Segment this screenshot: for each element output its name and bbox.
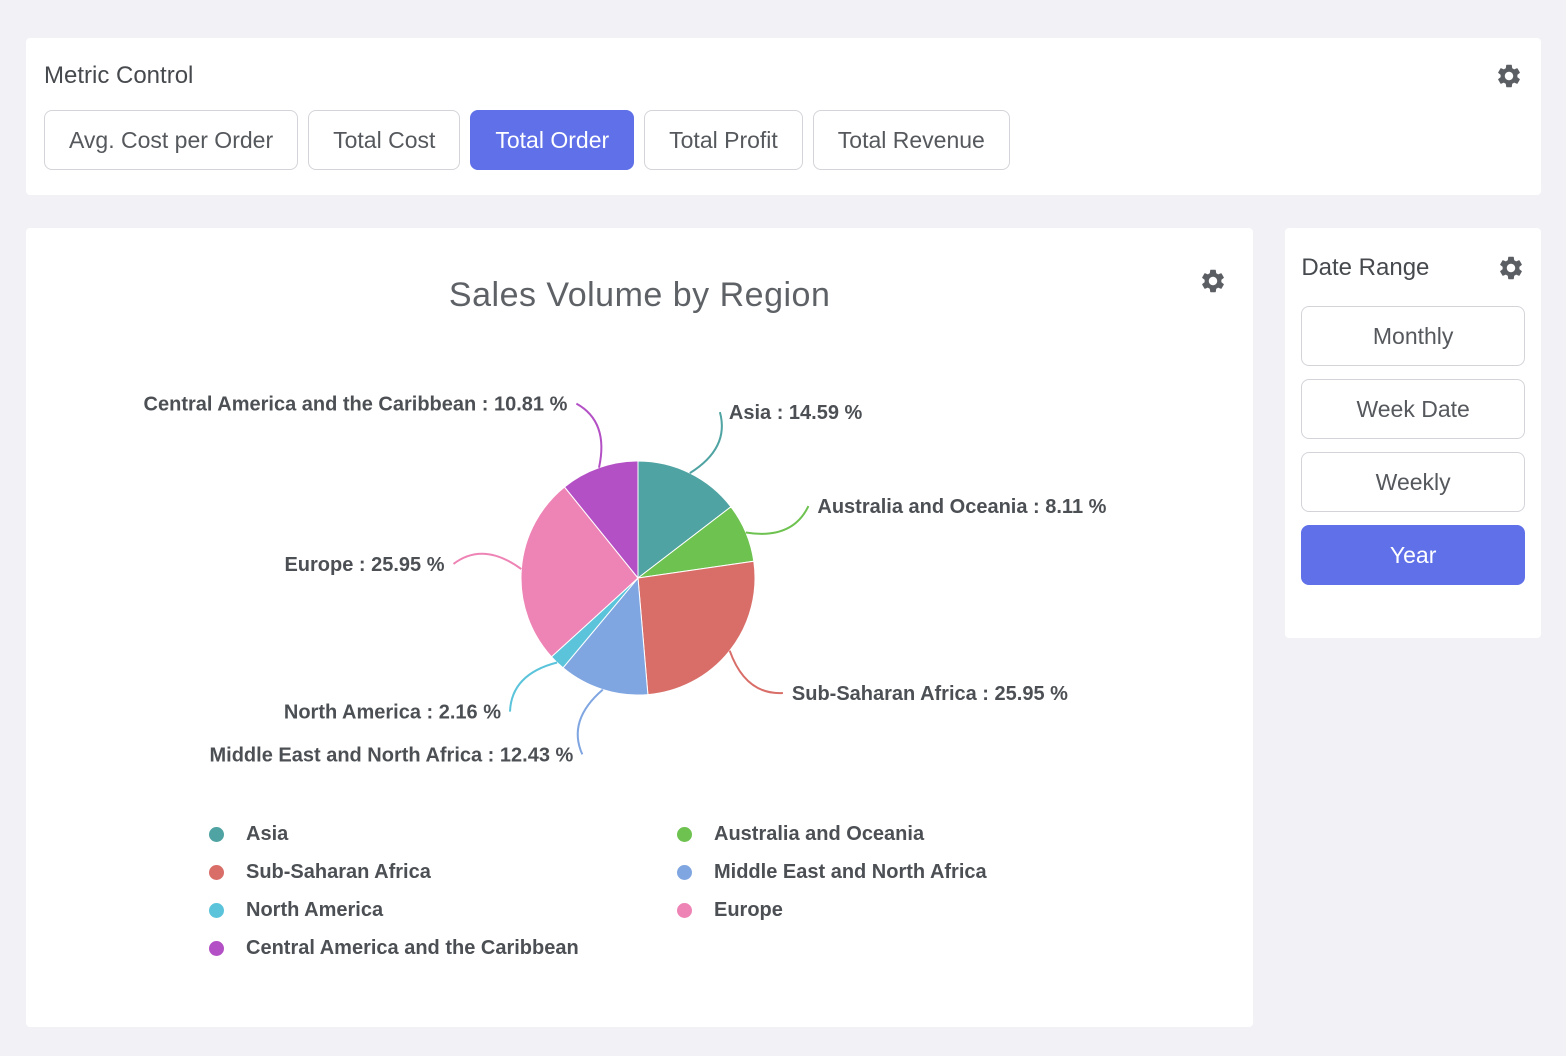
legend-label-central-america-and-the-caribbean: Central America and the Caribbean <box>246 937 579 960</box>
dashboard-page: Metric Control Avg. Cost per OrderTotal … <box>0 0 1566 1056</box>
legend-item-middle-east-and-north-africa[interactable]: Middle East and North Africa <box>677 860 987 884</box>
legend-dot-north-america <box>209 903 224 918</box>
legend-dot-middle-east-and-north-africa <box>677 865 692 880</box>
label-line-australia-and-oceania <box>746 506 809 534</box>
slice-label-central-america-and-the-caribbean: Central America and the Caribbean : 10.8… <box>144 394 568 416</box>
date-range-header: Date Range <box>1301 254 1525 282</box>
date-range-button-weekly[interactable]: Weekly <box>1301 452 1525 512</box>
metric-button-total-order[interactable]: Total Order <box>470 110 634 170</box>
metric-button-avg-cost-per-order[interactable]: Avg. Cost per Order <box>44 110 298 170</box>
date-range-settings-gear-icon[interactable] <box>1497 254 1525 282</box>
metric-control-panel: Metric Control Avg. Cost per OrderTotal … <box>26 38 1541 195</box>
pie-slice-sub-saharan-africa[interactable] <box>638 561 755 694</box>
label-line-europe <box>454 554 522 569</box>
slice-label-europe: Europe : 25.95 % <box>284 554 444 576</box>
label-line-sub-saharan-africa <box>730 651 783 693</box>
legend-label-europe: Europe <box>714 899 783 922</box>
date-range-button-year[interactable]: Year <box>1301 525 1525 585</box>
date-range-panel: Date Range Monthly Week Date Weekly Year <box>1285 228 1541 638</box>
label-line-middle-east-and-north-africa <box>578 690 603 755</box>
legend-label-australia-and-oceania: Australia and Oceania <box>714 823 924 846</box>
legend-dot-australia-and-oceania <box>677 827 692 842</box>
date-range-button-monthly[interactable]: Monthly <box>1301 306 1525 366</box>
chart-title: Sales Volume by Region <box>26 228 1253 315</box>
legend-item-asia[interactable]: Asia <box>209 822 677 846</box>
date-range-button-group: Monthly Week Date Weekly Year <box>1301 306 1525 585</box>
metric-button-total-profit[interactable]: Total Profit <box>644 110 803 170</box>
metric-control-title: Metric Control <box>44 62 193 90</box>
sales-volume-chart-panel: Sales Volume by Region Asia : 14.59 % Aus… <box>26 228 1253 1027</box>
metric-settings-gear-icon[interactable] <box>1495 62 1523 90</box>
date-range-title: Date Range <box>1301 254 1429 282</box>
slice-label-middle-east-and-north-africa: Middle East and North Africa : 12.43 % <box>210 744 574 766</box>
legend-item-central-america-and-the-caribbean[interactable]: Central America and the Caribbean <box>209 936 677 960</box>
slice-label-asia: Asia : 14.59 % <box>729 402 863 424</box>
slice-label-north-america: North America : 2.16 % <box>284 702 501 724</box>
main-content-row: Sales Volume by Region Asia : 14.59 % Aus… <box>26 228 1541 1027</box>
metric-button-group: Avg. Cost per OrderTotal CostTotal Order… <box>44 110 1523 170</box>
legend-label-middle-east-and-north-africa: Middle East and North Africa <box>714 861 987 884</box>
legend-label-sub-saharan-africa: Sub-Saharan Africa <box>246 861 431 884</box>
legend-dot-asia <box>209 827 224 842</box>
legend-dot-central-america-and-the-caribbean <box>209 941 224 956</box>
metric-button-total-revenue[interactable]: Total Revenue <box>813 110 1010 170</box>
legend-label-asia: Asia <box>246 823 288 846</box>
slice-label-sub-saharan-africa: Sub-Saharan Africa : 25.95 % <box>792 683 1068 705</box>
metric-button-total-cost[interactable]: Total Cost <box>308 110 460 170</box>
legend-item-north-america[interactable]: North America <box>209 898 677 922</box>
label-line-north-america <box>510 663 557 712</box>
legend-dot-europe <box>677 903 692 918</box>
legend-item-australia-and-oceania[interactable]: Australia and Oceania <box>677 822 987 846</box>
date-range-button-week-date[interactable]: Week Date <box>1301 379 1525 439</box>
chart-settings-gear-icon[interactable] <box>1199 267 1227 295</box>
slice-label-australia-and-oceania: Australia and Oceania : 8.11 % <box>817 496 1106 518</box>
legend-dot-sub-saharan-africa <box>209 865 224 880</box>
label-line-central-america-and-the-caribbean <box>576 404 601 468</box>
legend-label-north-america: North America <box>246 899 383 922</box>
legend-item-sub-saharan-africa[interactable]: Sub-Saharan Africa <box>209 860 677 884</box>
legend-item-europe[interactable]: Europe <box>677 898 987 922</box>
label-line-asia <box>690 412 722 473</box>
metric-control-header: Metric Control <box>44 62 1523 90</box>
chart-legend: Asia Australia and Oceania Sub-Saharan Afr… <box>209 822 987 960</box>
